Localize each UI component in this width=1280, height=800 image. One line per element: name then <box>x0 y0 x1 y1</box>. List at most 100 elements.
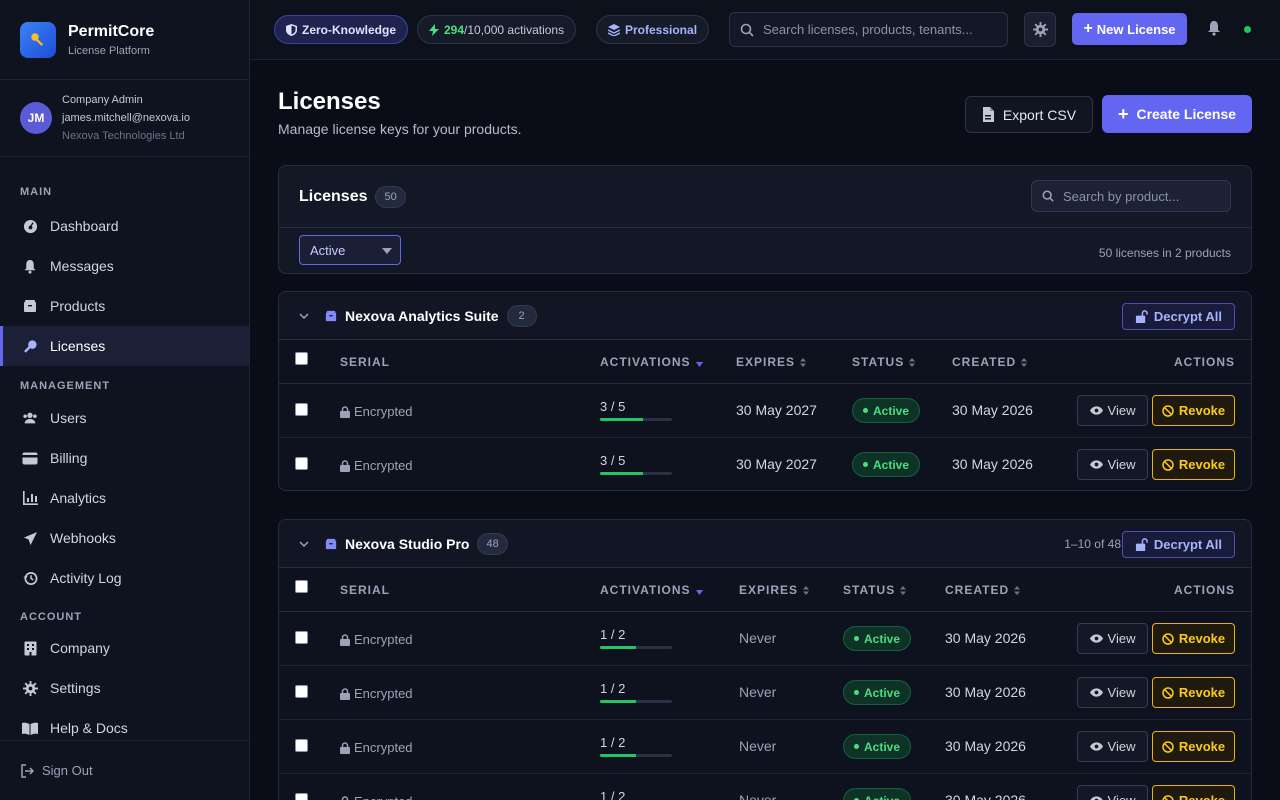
status-value: Active <box>864 685 901 700</box>
sidebar-item-licenses[interactable]: Licenses <box>0 326 249 366</box>
expires-value: 30 May 2027 <box>736 402 817 418</box>
brand: PermitCore License Platform <box>0 0 249 80</box>
sort-icon[interactable] <box>803 584 810 598</box>
row-checkbox[interactable] <box>295 631 308 644</box>
plan-badge[interactable]: Professional <box>596 15 710 44</box>
sidebar-item-dashboard[interactable]: Dashboard <box>0 206 249 246</box>
product-group-name: Nexova Analytics Suite <box>345 307 499 324</box>
row-checkbox[interactable] <box>295 685 308 698</box>
sidebar-item-billing[interactable]: Billing <box>0 438 249 478</box>
chevron-down-icon[interactable] <box>299 312 313 319</box>
eye-icon <box>1089 460 1103 469</box>
created-value: 30 May 2026 <box>945 630 1026 646</box>
view-button[interactable]: View <box>1077 449 1148 480</box>
serial-value: Encrypted <box>354 740 413 755</box>
licenses-filter-card: Licenses 50 Search by product... Active … <box>278 165 1252 274</box>
sort-icon[interactable] <box>800 356 807 370</box>
view-button[interactable]: View <box>1077 623 1148 654</box>
status-filter-select[interactable]: Active <box>299 235 401 265</box>
row-checkbox[interactable] <box>295 739 308 752</box>
global-search-input[interactable]: Search licenses, products, tenants... <box>729 12 1008 47</box>
sort-icon[interactable] <box>909 356 916 370</box>
lock-icon <box>340 405 350 418</box>
sidebar-item-settings[interactable]: Settings <box>0 668 249 708</box>
new-license-button[interactable]: + New License <box>1072 13 1187 45</box>
status-badge: Active <box>843 626 912 651</box>
revoke-button[interactable]: Revoke <box>1152 395 1235 426</box>
sign-out-button[interactable]: Sign Out <box>0 740 249 800</box>
table-row: Encrypted 1 / 2 Never Active 30 May 2026 View… <box>279 774 1251 800</box>
sidebar-item-messages[interactable]: Messages <box>0 246 249 286</box>
decrypt-all-button[interactable]: Decrypt All <box>1121 303 1235 330</box>
revoke-button[interactable]: Revoke <box>1152 623 1235 654</box>
column-activations-header[interactable]: ACTIVATIONS <box>600 583 703 598</box>
product-group-header[interactable]: Nexova Studio Pro 48 1–10 of 48 Decrypt All <box>279 520 1251 568</box>
table-row: Encrypted 1 / 2 Never Active 30 May 2026 View… <box>279 720 1251 774</box>
decrypt-all-button[interactable]: Decrypt All <box>1121 531 1235 558</box>
sidebar-item-analytics[interactable]: Analytics <box>0 478 249 518</box>
column-created-header[interactable]: CREATED <box>952 355 1028 370</box>
serial-cell: Encrypted <box>340 686 413 701</box>
row-checkbox[interactable] <box>295 403 308 416</box>
settings-button[interactable] <box>1024 12 1056 47</box>
select-all-checkbox[interactable] <box>295 580 308 593</box>
sort-icon[interactable] <box>1014 584 1021 598</box>
product-search-input[interactable]: Search by product... <box>1031 180 1231 212</box>
column-expires-header[interactable]: EXPIRES <box>739 583 810 598</box>
sidebar-item-webhooks[interactable]: Webhooks <box>0 518 249 558</box>
column-status-header[interactable]: STATUS <box>852 355 916 370</box>
activations-value: 1 / 2 <box>600 735 626 750</box>
bell-icon <box>22 258 38 274</box>
status-dot <box>863 462 868 467</box>
zero-knowledge-badge[interactable]: Zero-Knowledge <box>274 15 409 44</box>
status-value: Active <box>873 403 910 418</box>
sidebar-item-label: Billing <box>50 450 88 466</box>
view-button[interactable]: View <box>1077 677 1148 708</box>
global-search-placeholder: Search licenses, products, tenants... <box>763 22 973 37</box>
ban-icon <box>1162 404 1174 417</box>
notifications-bell-icon[interactable] <box>1207 20 1221 41</box>
sort-icon[interactable] <box>1021 356 1028 370</box>
revoke-label: Revoke <box>1178 685 1226 700</box>
create-license-button[interactable]: + Create License <box>1102 95 1252 133</box>
column-status-header[interactable]: STATUS <box>843 583 907 598</box>
column-expires-header[interactable]: EXPIRES <box>736 355 807 370</box>
product-group-header[interactable]: Nexova Analytics Suite 2 Decrypt All <box>279 292 1251 340</box>
ban-icon <box>1162 740 1174 753</box>
activations-cell: 1 / 2 <box>600 789 672 800</box>
row-checkbox[interactable] <box>295 793 308 800</box>
view-button[interactable]: View <box>1077 395 1148 426</box>
status-dot <box>863 408 868 413</box>
sidebar-item-activity-log[interactable]: Activity Log <box>0 558 249 598</box>
export-csv-button[interactable]: Export CSV <box>965 96 1093 133</box>
user-profile[interactable]: JM Company Admin james.mitchell@nexova.i… <box>0 80 249 157</box>
view-button[interactable]: View <box>1077 731 1148 762</box>
activations-badge[interactable]: 294/10,000 activations <box>417 15 577 44</box>
file-export-icon <box>982 107 995 122</box>
select-all-checkbox[interactable] <box>295 352 308 365</box>
revoke-button[interactable]: Revoke <box>1152 785 1235 800</box>
chevron-down-icon[interactable] <box>299 540 313 547</box>
sidebar-item-products[interactable]: Products <box>0 286 249 326</box>
column-created-header[interactable]: CREATED <box>945 583 1021 598</box>
ban-icon <box>1162 686 1174 699</box>
product-search-placeholder: Search by product... <box>1063 188 1180 204</box>
revoke-button[interactable]: Revoke <box>1152 677 1235 708</box>
lock-icon <box>340 741 350 754</box>
revoke-button[interactable]: Revoke <box>1152 449 1235 480</box>
activations-value: 3 / 5 <box>600 399 626 414</box>
sidebar-item-company[interactable]: Company <box>0 628 249 668</box>
serial-value: Encrypted <box>354 458 413 473</box>
sort-icon[interactable] <box>900 584 907 598</box>
status-badge: Active <box>852 398 921 423</box>
sidebar-item-users[interactable]: Users <box>0 398 249 438</box>
serial-cell: Encrypted <box>340 458 413 473</box>
sidebar-item-label: Users <box>50 410 87 426</box>
sort-desc-icon[interactable] <box>695 584 703 598</box>
new-license-label: New License <box>1096 21 1176 37</box>
sort-desc-icon[interactable] <box>695 356 703 370</box>
column-activations-header[interactable]: ACTIVATIONS <box>600 355 703 370</box>
view-button[interactable]: View <box>1077 785 1148 800</box>
revoke-button[interactable]: Revoke <box>1152 731 1235 762</box>
row-checkbox[interactable] <box>295 457 308 470</box>
